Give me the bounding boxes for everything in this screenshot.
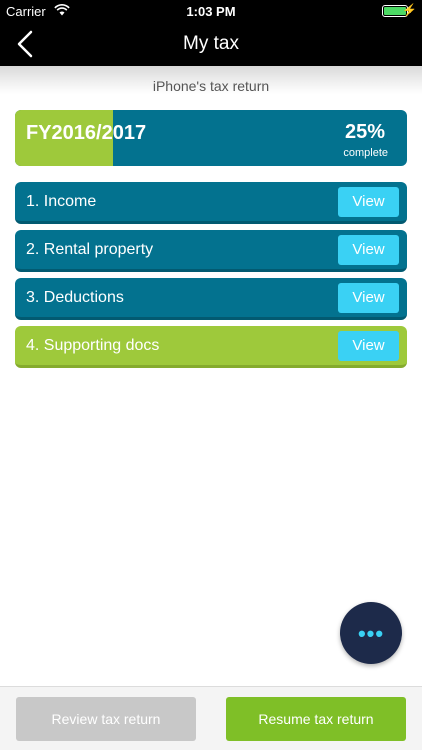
footer-bar: Review tax return Resume tax return [0, 686, 422, 750]
resume-tax-return-button[interactable]: Resume tax return [226, 697, 406, 741]
section-label: 2. Rental property [26, 241, 154, 258]
view-deductions-button[interactable]: View [338, 283, 399, 313]
more-options-button[interactable]: ••• [340, 602, 402, 664]
percent-complete-label: complete [343, 147, 388, 159]
fy-progress-card[interactable]: FY2016/2017 25% complete [15, 110, 407, 166]
view-supporting-docs-button[interactable]: View [338, 331, 399, 361]
clock: 1:03 PM [186, 4, 236, 19]
section-supporting-docs[interactable]: 4. Supporting docs View [15, 326, 407, 368]
page-title: My tax [183, 33, 239, 54]
section-label: 4. Supporting docs [26, 337, 160, 354]
percent-complete: 25% [344, 121, 385, 143]
subtitle-band: iPhone's tax return [0, 66, 422, 94]
section-deductions[interactable]: 3. Deductions View [15, 278, 407, 320]
section-rental-property[interactable]: 2. Rental property View [15, 230, 407, 272]
view-rental-property-button[interactable]: View [338, 235, 399, 265]
charging-icon: ⚡ [402, 3, 417, 17]
section-income[interactable]: 1. Income View [15, 182, 407, 224]
return-subtitle: iPhone's tax return [152, 78, 270, 94]
review-tax-return-button[interactable]: Review tax return [16, 697, 196, 741]
section-label: 1. Income [26, 193, 97, 210]
more-icon: ••• [357, 621, 385, 646]
status-bar: Carrier 1:03 PM ⚡ [0, 0, 422, 22]
fy-label: FY2016/2017 [26, 122, 147, 144]
nav-bar: My tax [0, 22, 422, 66]
section-label: 3. Deductions [26, 289, 124, 306]
view-income-button[interactable]: View [338, 187, 399, 217]
